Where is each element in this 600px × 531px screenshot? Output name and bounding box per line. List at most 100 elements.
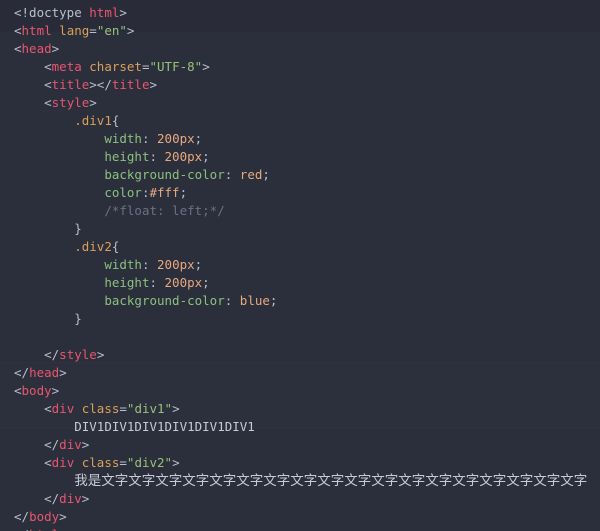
code-line[interactable]: } — [0, 310, 600, 328]
code-line[interactable]: </style> — [0, 346, 600, 364]
code-token-punc: </ — [14, 527, 29, 531]
code-line[interactable]: color:#fff; — [0, 184, 600, 202]
code-text-surface[interactable]: <!doctype html> <html lang="en"> <head> <m… — [0, 0, 600, 531]
code-token-punc: : — [149, 275, 165, 290]
code-line[interactable]: <html lang="en"> — [0, 22, 600, 40]
code-token-punc: > — [96, 347, 105, 362]
code-token-prop: width — [104, 257, 142, 272]
code-token-prop: height — [104, 275, 150, 290]
code-line[interactable]: <title></title> — [0, 76, 600, 94]
code-token-comment: /*float: left;*/ — [104, 203, 225, 218]
code-token-tag: style — [59, 347, 97, 362]
code-line[interactable]: background-color: blue; — [0, 292, 600, 310]
code-token-sel: .div1 — [74, 113, 112, 128]
code-token-punc: </ — [14, 365, 30, 380]
code-line[interactable]: <div class="div1"> — [0, 400, 600, 418]
code-token-tag: div — [51, 455, 75, 470]
code-token-prop: width — [104, 131, 142, 146]
code-token-punc: > — [59, 509, 67, 524]
code-token-punc: < — [14, 23, 22, 38]
code-token-str: "div2" — [126, 455, 173, 470]
code-token-punc: ></ — [89, 77, 112, 92]
code-line[interactable]: <style> — [0, 94, 600, 112]
code-token-str: "en" — [96, 23, 127, 38]
code-line[interactable]: <!doctype html> — [0, 4, 600, 22]
code-token-punc: ; — [202, 275, 210, 290]
code-line[interactable]: } — [0, 220, 600, 238]
code-line[interactable]: <div class="div2"> — [0, 454, 600, 472]
code-token-punc — [74, 401, 82, 416]
code-token-tag: title — [51, 77, 90, 92]
code-line[interactable]: .div1{ — [0, 112, 600, 130]
code-line[interactable]: </div> — [0, 490, 600, 508]
code-token-punc: = — [141, 59, 150, 74]
code-token-tag: div — [59, 491, 82, 506]
code-token-val: 200px — [164, 149, 203, 164]
code-token-punc: < — [44, 401, 52, 416]
code-token-punc: > — [172, 455, 180, 470]
code-token-punc: </ — [14, 509, 30, 524]
code-token-val: #fff — [149, 185, 180, 200]
code-token-punc: ; — [194, 131, 203, 146]
code-token-punc: > — [59, 527, 67, 531]
code-token-punc: : — [224, 293, 240, 308]
code-token-punc: </ — [44, 437, 60, 452]
code-token-punc: = — [89, 23, 97, 38]
code-line[interactable]: </html> — [0, 526, 600, 531]
code-line[interactable]: .div2{ — [0, 238, 600, 256]
code-editor[interactable]: <!doctype html> <html lang="en"> <head> <m… — [0, 0, 600, 531]
code-line[interactable]: </body> — [0, 508, 600, 526]
code-token-punc: > — [119, 5, 127, 20]
code-token-punc: > — [81, 437, 90, 452]
code-line[interactable] — [0, 328, 600, 346]
code-line[interactable]: height: 200px; — [0, 148, 600, 166]
code-token-tag: div — [59, 437, 82, 452]
code-token-punc: < — [14, 383, 22, 398]
code-line[interactable]: /*float: left;*/ — [0, 202, 600, 220]
code-token-brace: } — [74, 311, 82, 326]
code-line[interactable]: height: 200px; — [0, 274, 600, 292]
code-line[interactable]: background-color: red; — [0, 166, 600, 184]
code-token-sel: .div2 — [74, 239, 112, 254]
code-line[interactable]: </head> — [0, 364, 600, 382]
code-token-prop: height — [104, 149, 150, 164]
code-token-punc: < — [14, 41, 22, 56]
code-token-attr: charset — [89, 59, 142, 74]
code-token-tag: html — [29, 527, 59, 531]
code-line[interactable]: <head> — [0, 40, 600, 58]
code-line[interactable]: <body> — [0, 382, 600, 400]
code-line[interactable]: <meta charset="UTF-8"> — [0, 58, 600, 76]
code-line[interactable]: width: 200px; — [0, 130, 600, 148]
code-token-tag: html — [21, 23, 52, 38]
code-token-punc: > — [51, 41, 60, 56]
code-line[interactable]: 我是文字文字文字文字文字文字文字文字文字文字文字文字文字文字文字文字文字文字 — [0, 472, 600, 490]
code-token-tag: meta — [51, 59, 82, 74]
code-token-prop: color — [104, 185, 142, 200]
code-line[interactable]: width: 200px; — [0, 256, 600, 274]
code-line[interactable]: </div> — [0, 436, 600, 454]
code-line[interactable]: DIV1DIV1DIV1DIV1DIV1DIV1 — [0, 418, 600, 436]
code-token-prop: background-color — [104, 293, 225, 308]
code-token-punc: = — [119, 455, 127, 470]
code-token-punc: </ — [44, 491, 60, 506]
code-token-attr: class — [81, 455, 120, 470]
code-token-tag: style — [51, 95, 90, 110]
